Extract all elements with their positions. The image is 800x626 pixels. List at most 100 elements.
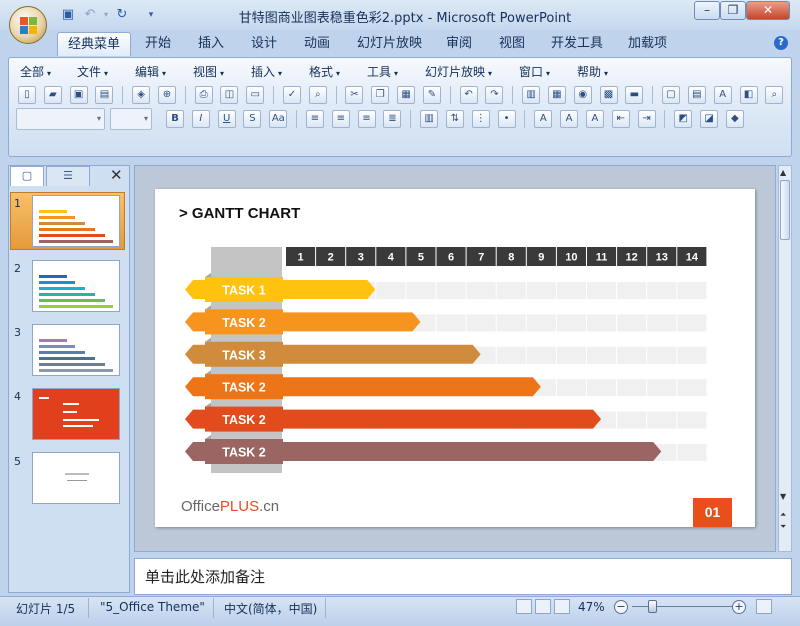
tab-review[interactable]: 审阅 — [436, 32, 482, 56]
redo-icon[interactable]: ↻ — [114, 7, 130, 23]
research-icon[interactable]: ⌕ — [308, 86, 327, 104]
tab-view[interactable]: 视图 — [489, 32, 535, 56]
zoom-in-icon[interactable]: + — [732, 600, 746, 614]
thumbnail-slide-4[interactable] — [32, 388, 120, 440]
scroll-down-icon[interactable]: ▼ — [780, 492, 786, 501]
text-box-icon[interactable]: A — [713, 86, 732, 104]
print-icon[interactable]: ⎙ — [194, 86, 213, 104]
arrange-icon[interactable]: ◩ — [674, 110, 693, 128]
change-case-icon[interactable]: Aa — [269, 110, 288, 128]
menu-slide-show[interactable]: 幻灯片放映 ▾ — [425, 63, 492, 80]
permission-icon[interactable]: ◈ — [132, 86, 151, 104]
menu-insert[interactable]: 插入 ▾ — [251, 63, 282, 80]
color-icon[interactable]: ▬ — [625, 86, 644, 104]
font-select[interactable]: ▾ — [16, 108, 105, 130]
close-panel-icon[interactable]: ✕ — [110, 166, 123, 184]
customize-quick-access-icon[interactable]: ▾ — [143, 7, 159, 23]
increase-indent-icon[interactable]: ⇥ — [637, 110, 656, 128]
scrollbar-thumb[interactable] — [780, 180, 790, 240]
undo-toolbar-icon[interactable]: ↶ — [459, 86, 478, 104]
numbering-icon[interactable]: ⋮ — [471, 110, 490, 128]
insert-chart-icon[interactable]: ▥ — [522, 86, 541, 104]
tab-add-ins[interactable]: 加载项 — [618, 32, 677, 56]
tab-slide-show[interactable]: 幻灯片放映 — [347, 32, 432, 56]
theme-name[interactable]: "5_Office Theme" — [100, 600, 205, 614]
open-icon[interactable]: ▰ — [43, 86, 62, 104]
tab-slides[interactable]: ▢ — [10, 166, 44, 186]
menu-tools[interactable]: 工具 ▾ — [367, 63, 398, 80]
copy-icon[interactable]: ❐ — [371, 86, 390, 104]
slide-sorter-icon[interactable] — [535, 599, 551, 614]
find-icon[interactable]: ⌕ — [765, 86, 784, 104]
menu-help[interactable]: 帮助 ▾ — [577, 63, 608, 80]
italic-icon[interactable]: I — [191, 110, 210, 128]
spelling-icon[interactable]: ✓ — [282, 86, 301, 104]
close-button[interactable]: ✕ — [746, 1, 790, 20]
clip-art-icon[interactable]: ◉ — [573, 86, 592, 104]
justify-icon[interactable]: ≣ — [383, 110, 402, 128]
new-slide-icon[interactable]: ▢ — [662, 86, 681, 104]
save-toolbar-icon[interactable]: ▣ — [69, 86, 88, 104]
tab-developer[interactable]: 开发工具 — [541, 32, 613, 56]
slideshow-view-icon[interactable] — [554, 599, 570, 614]
paste-icon[interactable]: ▦ — [397, 86, 416, 104]
picture-icon[interactable]: ▩ — [599, 86, 618, 104]
tab-outline[interactable]: ☰ — [46, 166, 90, 186]
menu-edit[interactable]: 编辑 ▾ — [135, 63, 166, 80]
text-direction-icon[interactable]: ⇅ — [445, 110, 464, 128]
thumbnail-slide-2[interactable] — [32, 260, 120, 312]
align-center-icon[interactable]: ≡ — [331, 110, 350, 128]
align-left-icon[interactable]: ≡ — [305, 110, 324, 128]
bullets-icon[interactable]: • — [497, 110, 516, 128]
menu-format[interactable]: 格式 ▾ — [309, 63, 340, 80]
strikethrough-icon[interactable]: S — [243, 110, 262, 128]
thumbnail-slide-5[interactable] — [32, 452, 120, 504]
shrink-font-icon[interactable]: A — [585, 110, 604, 128]
thumbnail-slide-3[interactable] — [32, 324, 120, 376]
shapes-icon[interactable]: ◧ — [739, 86, 758, 104]
columns-icon[interactable]: ▥ — [420, 110, 439, 128]
previous-slide-icon[interactable]: ⏶ — [780, 510, 786, 520]
font-size-select[interactable]: ▾ — [110, 108, 152, 130]
font-color-icon[interactable]: A — [534, 110, 553, 128]
tab-animations[interactable]: 动画 — [294, 32, 340, 56]
layout-icon[interactable]: ▤ — [687, 86, 706, 104]
print-layout-icon[interactable]: ▭ — [246, 86, 265, 104]
language-indicator[interactable]: 中文(简体，中国) — [224, 600, 317, 617]
shape-fill-icon[interactable]: ◆ — [725, 110, 744, 128]
normal-view-icon[interactable] — [516, 599, 532, 614]
align-right-icon[interactable]: ≡ — [357, 110, 376, 128]
bold-icon[interactable]: B — [166, 110, 184, 128]
zoom-out-icon[interactable]: − — [614, 600, 628, 614]
undo-dropdown-icon[interactable]: ▾ — [98, 7, 114, 23]
print-preview-icon[interactable]: ◫ — [220, 86, 239, 104]
cut-icon[interactable]: ✂ — [345, 86, 364, 104]
restore-button[interactable]: ❐ — [720, 1, 746, 20]
undo-icon[interactable]: ↶ — [82, 7, 98, 23]
menu-window[interactable]: 窗口 ▾ — [519, 63, 550, 80]
save-as-pdf-icon[interactable]: ▤ — [95, 86, 114, 104]
zoom-level[interactable]: 47% — [578, 600, 605, 614]
new-icon[interactable]: ▯ — [18, 86, 36, 104]
tab-design[interactable]: 设计 — [241, 32, 287, 56]
fit-to-window-icon[interactable] — [756, 599, 772, 614]
save-icon[interactable]: ▣ — [60, 7, 76, 23]
notes-placeholder[interactable]: 单击此处添加备注 — [145, 566, 265, 587]
minimize-button[interactable]: – — [694, 1, 720, 20]
menu-all[interactable]: 全部 ▾ — [20, 63, 51, 80]
tab-insert[interactable]: 插入 — [188, 32, 234, 56]
help-icon[interactable]: ? — [774, 36, 788, 50]
underline-icon[interactable]: U — [217, 110, 236, 128]
tab-classic-menu[interactable]: 经典菜单 — [57, 32, 132, 56]
menu-file[interactable]: 文件 ▾ — [77, 63, 108, 80]
menu-view[interactable]: 视图 ▾ — [193, 63, 224, 80]
scroll-up-icon[interactable]: ▲ — [780, 168, 786, 177]
insert-table-icon[interactable]: ▦ — [547, 86, 566, 104]
grow-font-icon[interactable]: A — [560, 110, 579, 128]
attach-icon[interactable]: ⊕ — [157, 86, 176, 104]
tab-home[interactable]: 开始 — [135, 32, 181, 56]
next-slide-icon[interactable]: ⏷ — [780, 522, 786, 532]
format-painter-icon[interactable]: ✎ — [422, 86, 441, 104]
zoom-slider-thumb[interactable] — [648, 600, 657, 613]
decrease-indent-icon[interactable]: ⇤ — [611, 110, 630, 128]
